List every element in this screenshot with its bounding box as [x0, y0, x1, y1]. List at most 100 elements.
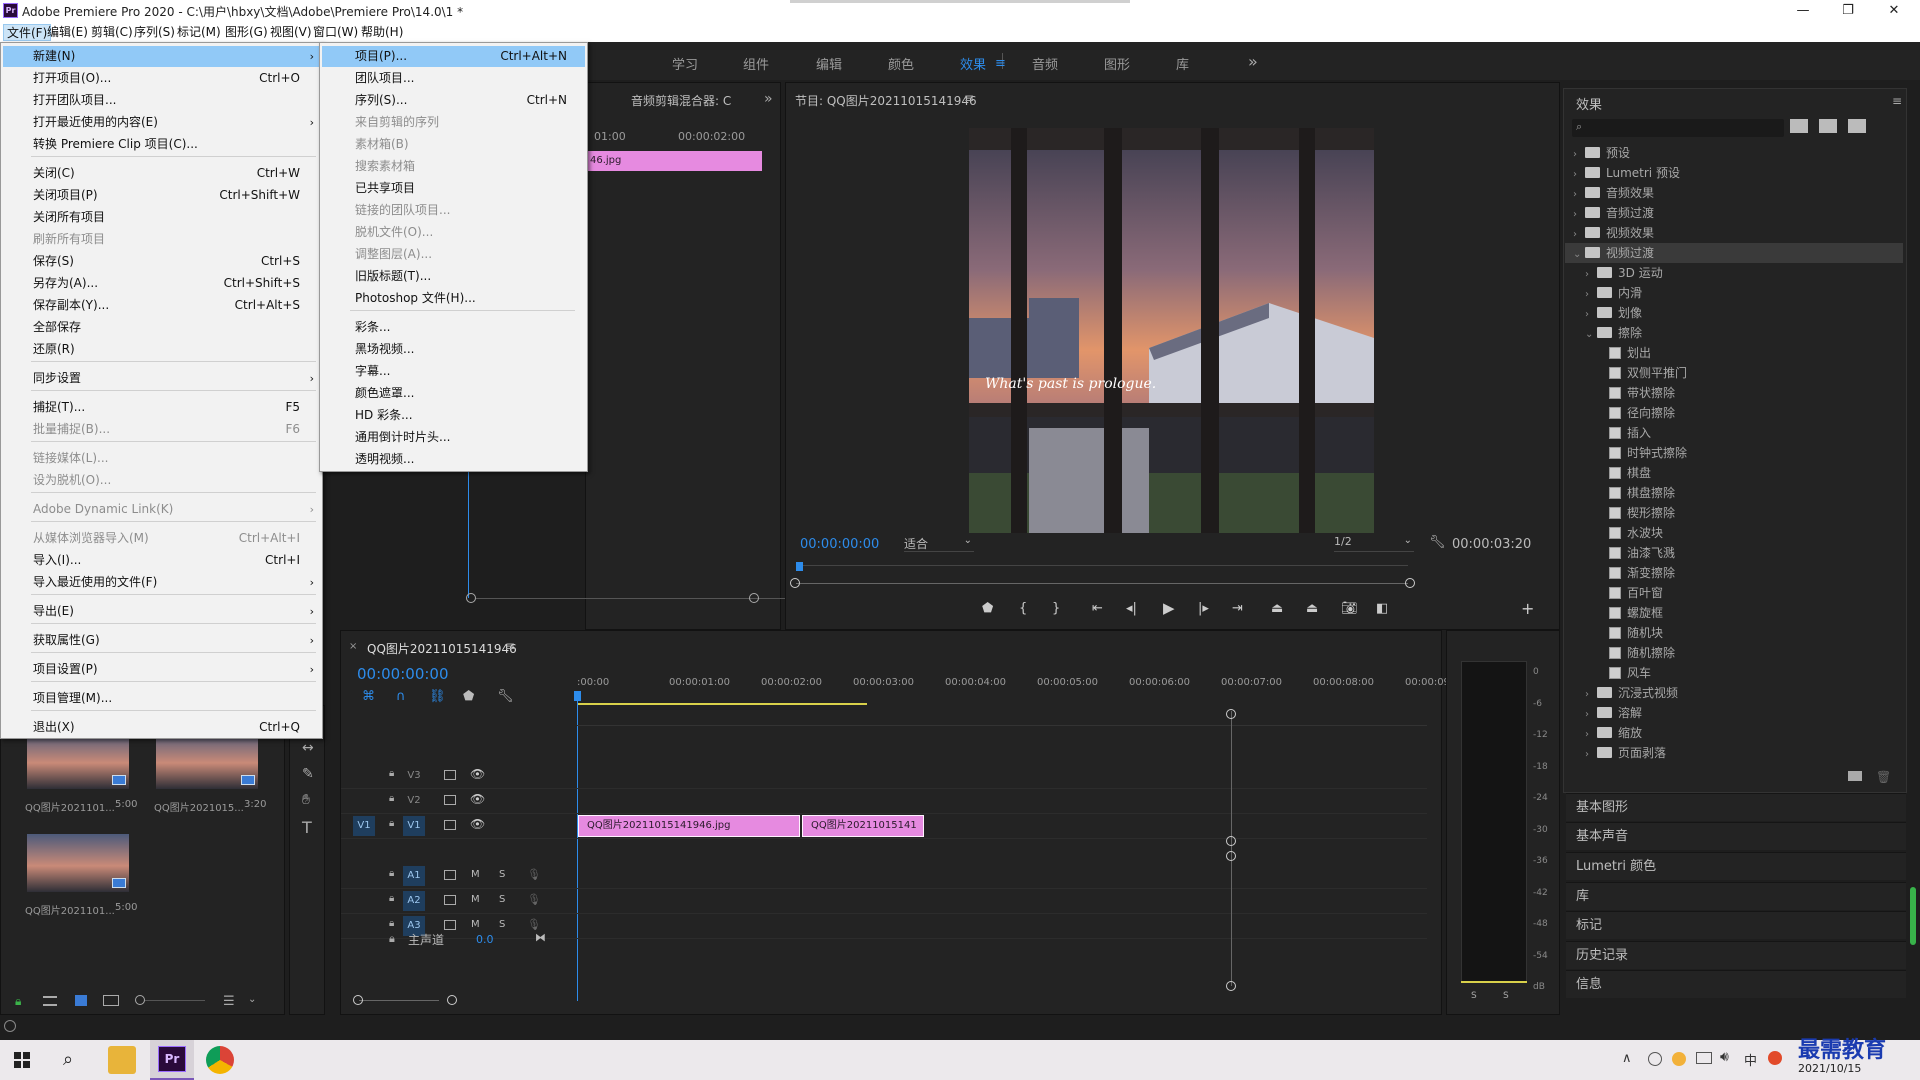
master-lock-icon-2[interactable]: 🔒︎ [389, 932, 395, 946]
effects-tree-item-4[interactable]: › 视频效果 [1565, 223, 1903, 243]
lock-icon[interactable]: 🔒︎ [15, 994, 21, 1009]
32bit-effects-icon[interactable] [1819, 119, 1837, 133]
timeline-current-time[interactable]: 00:00:00:00 [357, 665, 449, 683]
effects-tree-item-5[interactable]: ⌄ 视频过渡 [1565, 243, 1903, 263]
ripple-edit-icon[interactable]: ↔ [302, 740, 314, 756]
new-menu-item-12[interactable]: 彩条... [322, 317, 585, 338]
yuv-effects-icon[interactable] [1848, 119, 1866, 133]
file-menu-item-7[interactable]: 关闭所有项目 [3, 207, 320, 228]
lift-icon[interactable]: ⏏ [1271, 601, 1283, 616]
accelerated-effects-icon[interactable] [1790, 119, 1808, 133]
file-menu-item-21[interactable]: 导入(I)... Ctrl+I [3, 550, 320, 571]
effects-tree-item-25[interactable]: 随机擦除 [1565, 643, 1903, 663]
file-menu-item-26[interactable]: 项目管理(M)... [3, 688, 320, 709]
file-menu-item-18[interactable]: 设为脱机(O)... [3, 470, 320, 491]
file-menu-item-19[interactable]: Adobe Dynamic Link(K) › [3, 499, 320, 520]
timeline-settings-icon[interactable]: 🔧︎ [497, 689, 514, 704]
effects-tree-item-15[interactable]: 时钟式擦除 [1565, 443, 1903, 463]
effects-tree-item-9[interactable]: ⌄ 擦除 [1565, 323, 1903, 343]
vscroll-handle-3[interactable] [1226, 851, 1236, 861]
program-monitor-title[interactable]: 节目: QQ图片20211015141946 [795, 92, 977, 109]
menu-3[interactable]: 序列(S) [131, 24, 178, 41]
side-panel-4[interactable]: 标记 [1566, 911, 1906, 939]
effects-tree-item-26[interactable]: 风车 [1565, 663, 1903, 683]
effects-tree-item-7[interactable]: › 内滑 [1565, 283, 1903, 303]
snap-icon[interactable]: ∩ [396, 689, 406, 704]
chevron-right-icon[interactable]: › [1585, 725, 1597, 745]
solo-button[interactable]: S [499, 919, 505, 930]
sync-lock-icon[interactable] [444, 920, 456, 930]
effects-tree-item-29[interactable]: › 缩放 [1565, 723, 1903, 743]
solo-left-button[interactable]: S [1471, 991, 1477, 1001]
effects-tree-item-21[interactable]: 渐变擦除 [1565, 563, 1903, 583]
hscroll-handle-r[interactable] [447, 995, 457, 1005]
eye-icon[interactable]: 👁︎ [470, 792, 485, 806]
new-menu-item-18[interactable]: 透明视频... [322, 449, 585, 470]
tray-chevron-icon[interactable]: ∧ [1622, 1051, 1632, 1066]
file-menu-item-24[interactable]: 获取属性(G) › [3, 630, 320, 651]
search-taskbar-icon[interactable]: ⌕ [63, 1049, 73, 1070]
sort-dropdown-icon[interactable]: ⌄ [248, 994, 256, 1005]
source-clip[interactable]: 46.jpg [586, 151, 762, 171]
file-menu-item-1[interactable]: 打开项目(O)... Ctrl+O [3, 68, 320, 89]
freeform-view-icon[interactable] [103, 995, 119, 1006]
track-target-V1[interactable]: V1 [403, 816, 425, 836]
file-menu-item-10[interactable]: 另存为(A)... Ctrl+Shift+S [3, 273, 320, 294]
effects-tree-item-0[interactable]: › 预设 [1565, 143, 1903, 163]
chevron-right-icon[interactable]: › [1573, 165, 1585, 185]
effects-tree-item-20[interactable]: 油漆飞溅 [1565, 543, 1903, 563]
file-menu-item-2[interactable]: 打开团队项目... [3, 90, 320, 111]
export-frame-icon[interactable]: 📷︎ [1341, 601, 1358, 616]
effects-tree-item-2[interactable]: › 音频效果 [1565, 183, 1903, 203]
effects-search-input[interactable]: ⌕ [1572, 119, 1784, 137]
new-bin-icon[interactable] [1848, 771, 1862, 781]
track-lock-icon[interactable]: 🔒︎ [389, 768, 394, 779]
project-item[interactable]: QQ图片2021101... 5:00 [15, 834, 140, 934]
file-menu-item-6[interactable]: 关闭项目(P) Ctrl+Shift+W [3, 185, 320, 206]
chevron-right-icon[interactable]: › [1585, 305, 1597, 325]
track-target-V2[interactable]: V2 [403, 791, 425, 811]
file-menu-item-14[interactable]: 同步设置 › [3, 368, 320, 389]
mute-button[interactable]: M [471, 894, 480, 905]
menu-8[interactable]: 帮助(H) [358, 24, 406, 41]
side-panel-6[interactable]: 信息 [1566, 970, 1906, 998]
effects-tree-item-3[interactable]: › 音频过渡 [1565, 203, 1903, 223]
timeline-close-icon[interactable]: × [349, 641, 357, 652]
effects-tree-item-22[interactable]: 百叶窗 [1565, 583, 1903, 603]
track-lock-icon[interactable]: 🔒︎ [389, 793, 394, 804]
workspace-tab-1[interactable]: 组件 [743, 54, 769, 73]
delete-icon[interactable]: 🗑︎ [1876, 770, 1891, 784]
effects-tree-item-19[interactable]: 水波块 [1565, 523, 1903, 543]
timeline-menu-icon[interactable]: ≡ [505, 639, 515, 653]
ime-indicator[interactable]: 中 [1744, 1050, 1757, 1069]
vscroll-handle-2[interactable] [1226, 836, 1236, 846]
master-volume[interactable]: 0.0 [476, 933, 494, 946]
new-menu-item-5[interactable]: 搜索素材箱 [322, 156, 585, 177]
sync-lock-icon[interactable] [444, 820, 456, 830]
effects-tree-item-28[interactable]: › 溶解 [1565, 703, 1903, 723]
settings-wrench-icon[interactable]: 🔧︎ [1429, 535, 1446, 550]
sync-lock-icon[interactable] [444, 870, 456, 880]
file-menu-item-3[interactable]: 打开最近使用的内容(E) › [3, 112, 320, 133]
timeline-clip[interactable]: QQ图片20211015141946.jpg [578, 815, 800, 837]
close-button[interactable]: ✕ [1874, 1, 1914, 21]
file-menu-item-0[interactable]: 新建(N) › [3, 46, 320, 67]
chevron-right-icon[interactable]: › [1585, 745, 1597, 765]
track-lock-icon[interactable]: 🔒︎ [389, 893, 394, 904]
program-menu-icon[interactable]: ≡ [964, 91, 974, 105]
sync-lock-icon[interactable] [444, 795, 456, 805]
file-menu-item-13[interactable]: 还原(R) [3, 339, 320, 360]
new-menu-item-6[interactable]: 已共享项目 [322, 178, 585, 199]
new-menu-item-14[interactable]: 字幕... [322, 361, 585, 382]
timeline-playhead[interactable] [577, 691, 578, 1001]
zoom-slider-track[interactable] [145, 1000, 205, 1001]
menu-4[interactable]: 标记(M) [174, 24, 224, 41]
new-menu-item-1[interactable]: 团队项目... [322, 68, 585, 89]
workspace-tab-4[interactable]: 效果 [960, 54, 986, 73]
file-menu-item-22[interactable]: 导入最近使用的文件(F) › [3, 572, 320, 593]
sync-lock-icon[interactable] [444, 895, 456, 905]
effects-menu-icon[interactable]: ≡ [1892, 94, 1902, 108]
mute-button[interactable]: M [471, 919, 480, 930]
menu-7[interactable]: 窗口(W) [310, 24, 361, 41]
fit-dropdown[interactable]: 适合 ⌄ [904, 535, 974, 552]
